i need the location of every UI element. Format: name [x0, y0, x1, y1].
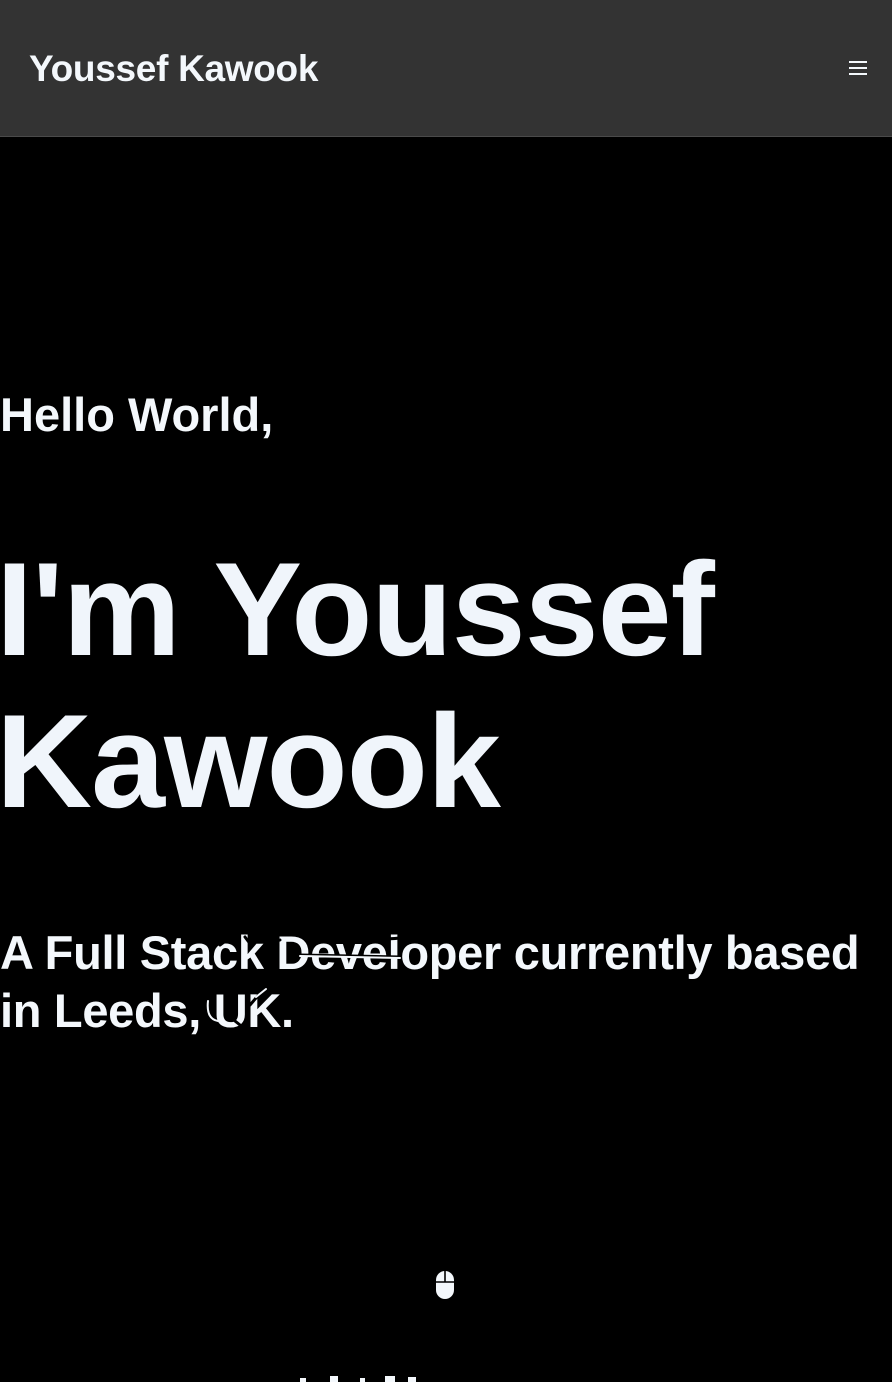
hero-name: I'm Youssef Kawook	[0, 534, 888, 838]
menu-button[interactable]	[840, 50, 876, 86]
brand-link[interactable]: Youssef Kawook	[29, 46, 318, 92]
hero-tagline: A Full Stack Developer currently based i…	[0, 926, 860, 1037]
hero-name-line-2: Kawook	[0, 688, 501, 836]
next-section-peek	[300, 1376, 416, 1382]
mouse-icon	[436, 1271, 454, 1299]
hero-name-line-1: I'm Youssef	[0, 536, 715, 684]
hamburger-menu-icon	[849, 61, 867, 75]
navbar: Youssef Kawook	[0, 0, 892, 137]
mouse-scroll-icon[interactable]	[434, 1269, 456, 1301]
greeting-text: Hello World,	[0, 388, 274, 441]
